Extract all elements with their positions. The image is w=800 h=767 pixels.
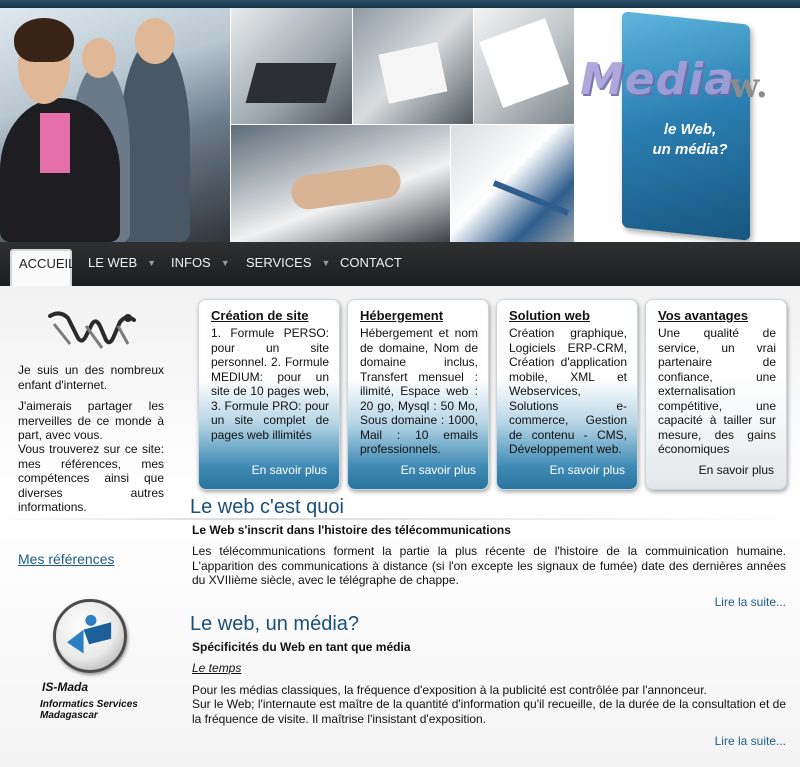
box-title: Création de site: [211, 308, 309, 323]
laptop-photo: [231, 8, 352, 124]
main-nav: ACCUEIL LE WEB ▼ INFOS ▼ SERVICES ▼ CONTACT: [0, 242, 800, 286]
box-more-link[interactable]: En savoir plus: [550, 463, 625, 477]
nav-item-services[interactable]: SERVICES ▼: [246, 255, 330, 270]
references-link[interactable]: Mes références: [18, 551, 114, 567]
sidebar-para: Vous trouverez sur ce site: mes référenc…: [18, 442, 164, 514]
read-more-link[interactable]: Lire la suite...: [715, 595, 786, 609]
article-text: Les télécommunications forment la partie…: [192, 544, 786, 587]
logo-tagline: le Web, un média?: [635, 120, 745, 160]
ismada-logo: [53, 599, 127, 673]
article-subtitle: Spécificités du Web en tant que média: [192, 640, 411, 654]
nav-label: SERVICES: [246, 255, 312, 270]
nav-item-infos[interactable]: INFOS ▼: [171, 255, 230, 270]
company-line: Informatics Services: [40, 699, 138, 710]
article-title: Le web c'est quoi: [190, 496, 344, 518]
article-subtitle: Le Web s'inscrit dans l'histoire des tél…: [192, 523, 511, 537]
tagline-line1: le Web,: [663, 121, 717, 138]
chevron-down-icon: ▼: [147, 258, 157, 268]
box-title: Solution web: [509, 308, 590, 323]
top-strip: [0, 0, 800, 8]
service-box-solution: Solution web Création graphique, Logicie…: [496, 299, 638, 490]
box-body: 1. Formule PERSO: pour un site personnel…: [211, 326, 329, 442]
chart-photo: [474, 8, 574, 124]
documents-photo: [353, 8, 473, 124]
box-title: Hébergement: [360, 308, 444, 323]
nav-label: ACCUEIL: [19, 256, 76, 271]
nav-label: INFOS: [171, 255, 211, 270]
sidebar-intro: Je suis un des nombreux enfant d'interne…: [18, 363, 164, 392]
main-content: Je suis un des nombreux enfant d'interne…: [0, 286, 800, 767]
pen-photo: [451, 125, 574, 242]
company-line: Madagascar: [40, 710, 98, 721]
article-text: Pour les médias classiques, la fréquence…: [192, 683, 707, 697]
box-more-link[interactable]: En savoir plus: [252, 463, 327, 477]
businesswoman-photo: [0, 8, 230, 242]
box-body: Hébergement et nom de domaine, Nom de do…: [360, 326, 478, 456]
handshake-photo: [231, 125, 450, 242]
logo-w: w.: [730, 66, 768, 106]
nav-item-le-web[interactable]: LE WEB ▼: [88, 255, 156, 270]
brand-logo: Media w. le Web, un média?: [575, 8, 800, 242]
lizard-logo-icon: [48, 311, 136, 349]
tagline-line2: un média?: [652, 141, 728, 158]
box-more-link[interactable]: En savoir plus: [401, 463, 476, 477]
sidebar: Je suis un des nombreux enfant d'interne…: [0, 286, 185, 767]
company-name: IS-Mada: [42, 680, 89, 694]
box-more-link[interactable]: En savoir plus: [699, 463, 774, 477]
nav-label: LE WEB: [88, 255, 138, 270]
read-more-link[interactable]: Lire la suite...: [715, 734, 786, 748]
service-box-creation: Création de site 1. Formule PERSO: pour …: [198, 299, 340, 490]
article-text: Sur le Web; l'internaute est maître de l…: [192, 697, 786, 726]
nav-label: CONTACT: [340, 255, 402, 270]
box-title: Vos avantages: [658, 308, 749, 323]
service-box-hebergement: Hébergement Hébergement et nom de domain…: [347, 299, 489, 490]
logo-word: Media: [580, 54, 735, 105]
box-body: Une qualité de service, un vrai partenai…: [658, 326, 776, 456]
chevron-down-icon: ▼: [220, 258, 230, 268]
article-section-label: Le temps: [192, 661, 242, 675]
company-fullname: Informatics Services Madagascar: [40, 699, 138, 721]
box-body: Création graphique, Logiciels ERP-CRM, C…: [509, 326, 627, 456]
ismada-emblem-icon: [67, 614, 112, 654]
sidebar-para: J'aimerais partager les merveilles de ce…: [18, 399, 164, 442]
nav-item-contact[interactable]: CONTACT: [340, 255, 402, 270]
service-box-avantages: Vos avantages Une qualité de service, un…: [645, 299, 787, 490]
nav-item-accueil[interactable]: ACCUEIL: [10, 249, 76, 286]
chevron-down-icon: ▼: [321, 258, 331, 268]
header-banner: Media w. le Web, un média?: [0, 8, 800, 242]
article-title: Le web, un média?: [190, 613, 360, 635]
